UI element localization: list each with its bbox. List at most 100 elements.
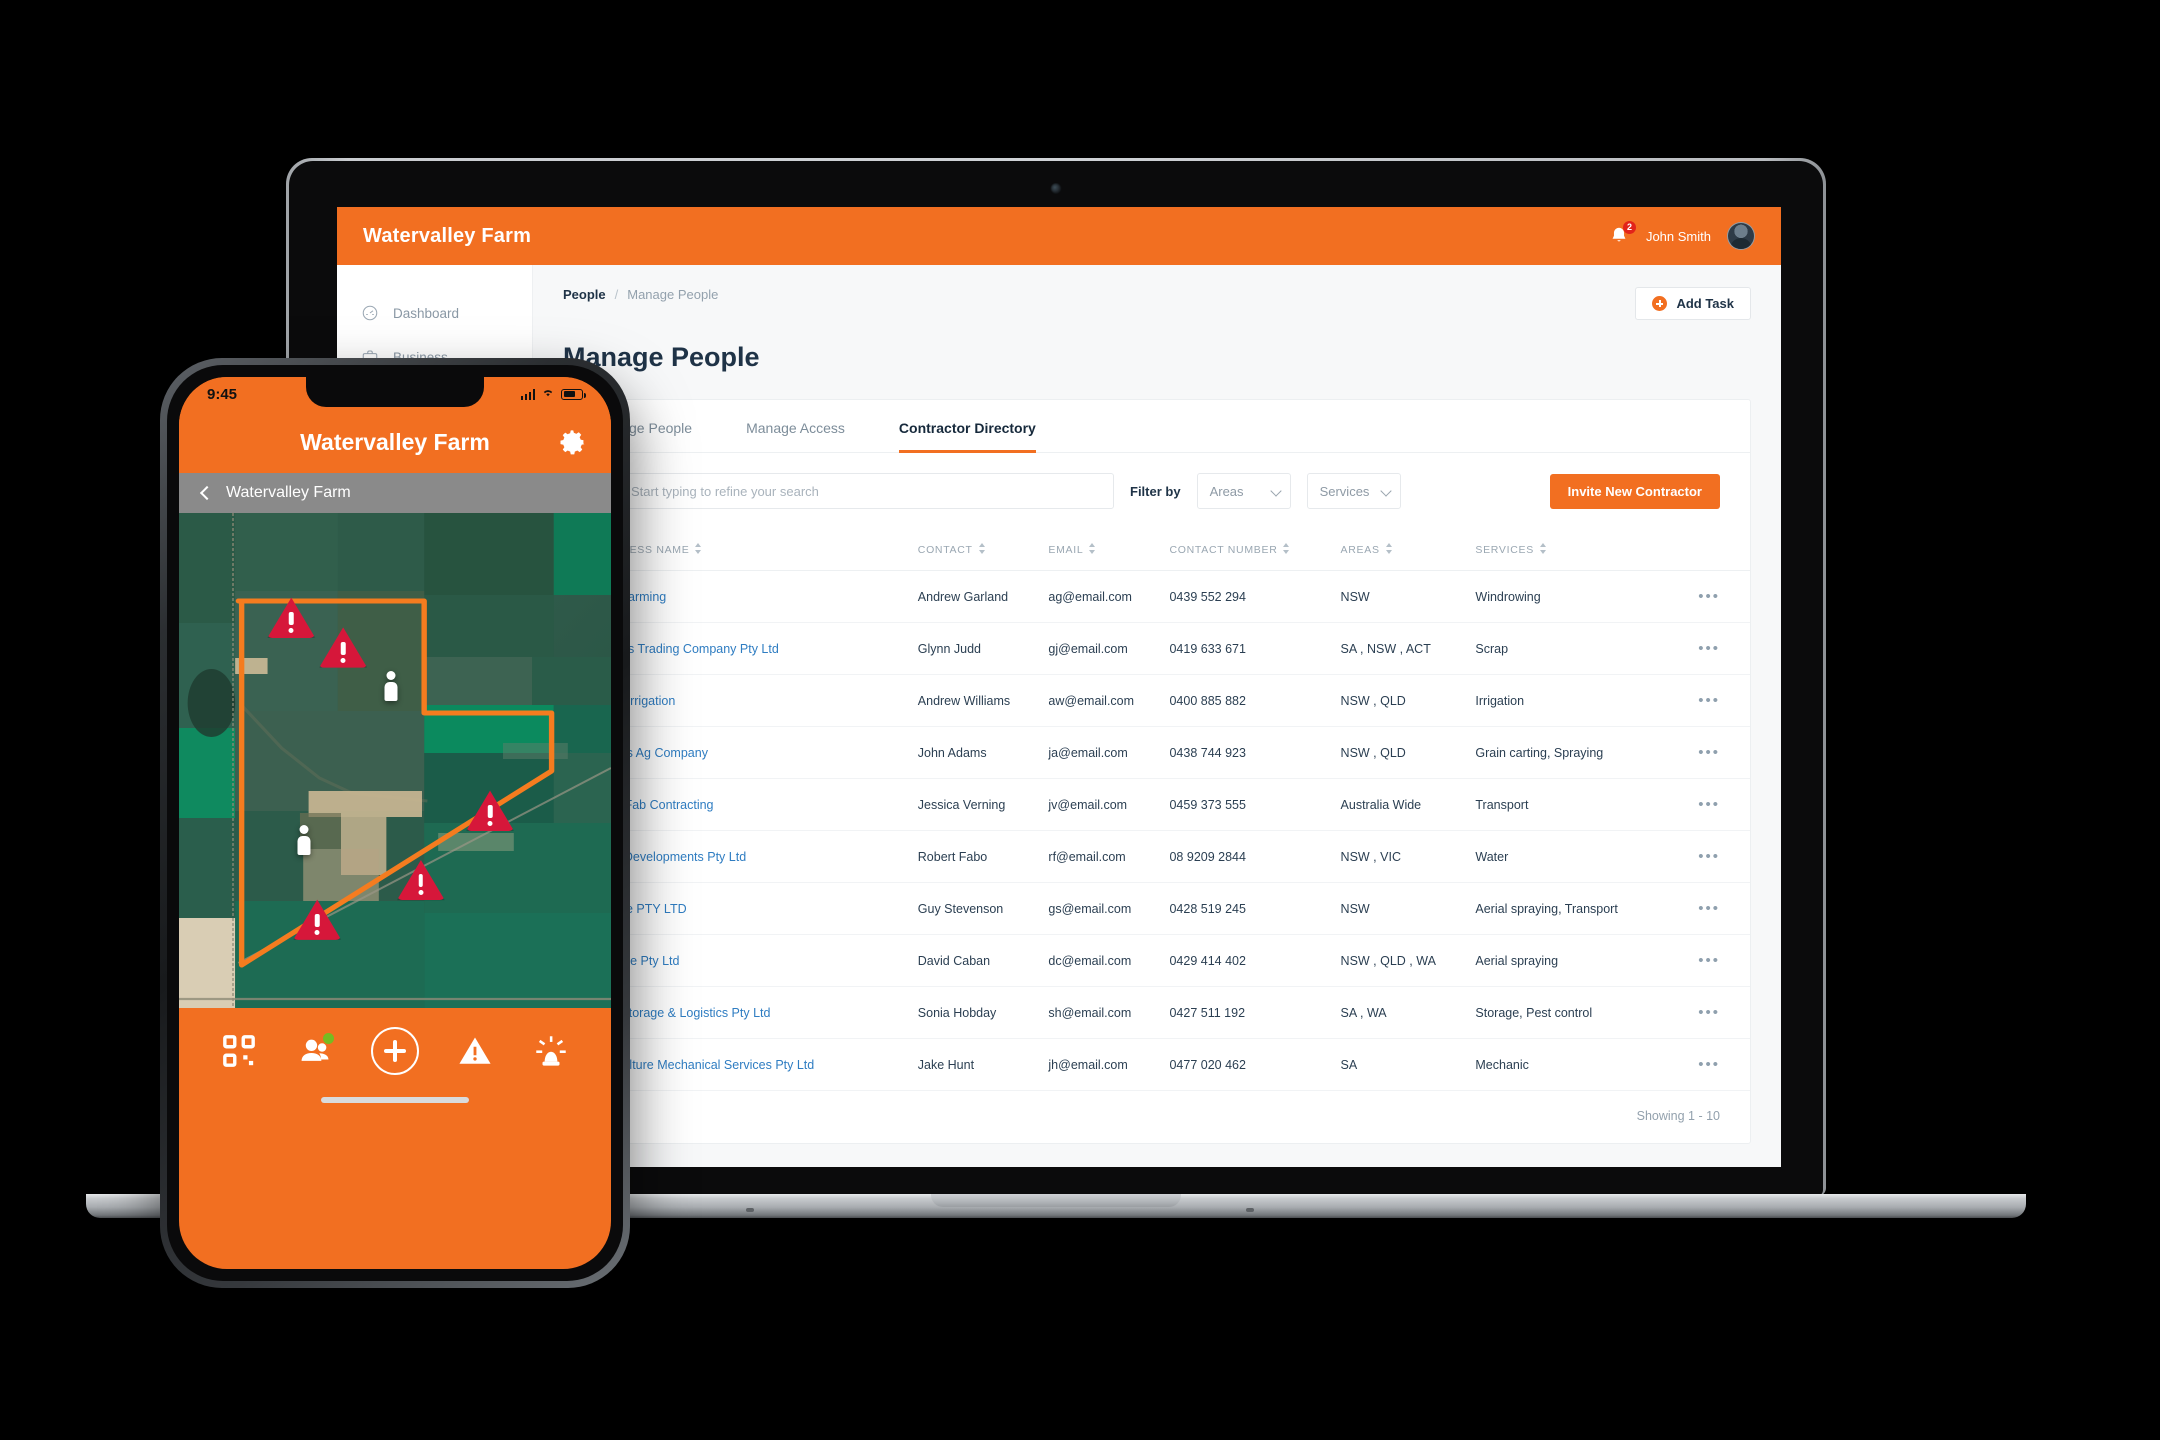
- cell-contact: Sonia Hobday: [917, 986, 1049, 1039]
- table-toolbar: Filter by Areas Services: [564, 453, 1750, 529]
- notifications-button[interactable]: 2: [1608, 221, 1636, 248]
- farm-map[interactable]: [179, 513, 611, 1008]
- row-actions-menu-icon[interactable]: •••: [1676, 674, 1750, 727]
- tab-manage-access[interactable]: Manage Access: [746, 400, 845, 452]
- add-task-button[interactable]: Add Task: [1635, 287, 1751, 320]
- breadcrumb: People / Manage People: [563, 287, 718, 302]
- col-email[interactable]: EMAIL: [1048, 529, 1170, 571]
- home-indicator[interactable]: [321, 1097, 469, 1103]
- invite-new-contractor-button[interactable]: Invite New Contractor: [1549, 473, 1720, 509]
- table-row[interactable]: Agriculture Mechanical Services Pty Ltd J…: [564, 1038, 1750, 1091]
- person-marker-icon[interactable]: [296, 825, 312, 855]
- table-head: BUSINESS NAME CONTACT EMAIL CONTACT NUMB…: [564, 529, 1750, 571]
- cell-contact-number: 0438 744 923: [1169, 726, 1341, 779]
- cell-areas: NSW , VIC: [1340, 830, 1476, 883]
- search-input[interactable]: [631, 483, 1101, 499]
- col-actions: [1676, 529, 1750, 571]
- table-row[interactable]: AgFlite PTY LTD Guy Stevenson gs@email.com…: [564, 882, 1750, 935]
- table-row[interactable]: Adams Ag Company John Adams ja@email.com 04…: [564, 726, 1750, 779]
- row-actions-menu-icon[interactable]: •••: [1676, 882, 1750, 935]
- search-box[interactable]: [594, 473, 1114, 509]
- people-online-badge: [323, 1032, 334, 1044]
- cell-contact: Andrew Williams: [917, 674, 1049, 727]
- sort-icon[interactable]: [695, 543, 702, 554]
- laptop-base-foot: [1246, 1208, 1254, 1212]
- tab-bar: Manage People Manage Access Contractor D…: [564, 400, 1750, 453]
- pagination-status: Showing 1 - 10: [1636, 1109, 1720, 1123]
- table-row[interactable]: Access Trading Company Pty Ltd Glynn Judd…: [564, 622, 1750, 675]
- col-services[interactable]: SERVICES: [1475, 529, 1677, 571]
- cell-email: rf@email.com: [1048, 830, 1170, 883]
- cell-email: ja@email.com: [1048, 726, 1170, 779]
- row-actions-menu-icon[interactable]: •••: [1676, 830, 1750, 883]
- contractor-directory-card: Manage People Manage Access Contractor D…: [563, 399, 1751, 1144]
- filter-by-label: Filter by: [1130, 483, 1181, 499]
- sort-icon[interactable]: [1089, 543, 1096, 554]
- page-title: Manage People: [563, 342, 760, 372]
- cell-contact-number: 0419 633 671: [1169, 622, 1341, 675]
- sort-icon[interactable]: [1385, 543, 1393, 554]
- row-actions-menu-icon[interactable]: •••: [1676, 622, 1750, 675]
- cell-contact-number: 0439 552 294: [1169, 570, 1341, 623]
- cell-areas: Australia Wide: [1340, 778, 1476, 831]
- col-contact-number[interactable]: CONTACT NUMBER: [1169, 529, 1341, 571]
- areas-filter-value: Areas: [1209, 483, 1244, 499]
- cell-services: Mechanic: [1475, 1038, 1677, 1091]
- col-contact[interactable]: CONTACT: [917, 529, 1049, 571]
- table-row[interactable]: 5Gs Farming Andrew Garland ag@email.com 043…: [564, 570, 1750, 623]
- sort-icon[interactable]: [1283, 543, 1290, 554]
- table-row[interactable]: AGE Developments Pty Ltd Robert Fabo rf@em…: [564, 830, 1750, 883]
- cell-email: ag@email.com: [1048, 570, 1170, 623]
- phone-frame-inner: 9:45 Watervalley Farm Watervalley Farm: [167, 365, 623, 1281]
- cell-email: dc@email.com: [1048, 934, 1170, 987]
- table-row[interactable]: Agri-Storage & Logistics Pty Ltd Sonia Ho…: [564, 986, 1750, 1039]
- chevron-down-icon: [1269, 485, 1282, 497]
- sort-icon[interactable]: [1539, 543, 1547, 554]
- row-actions-menu-icon[interactable]: •••: [1676, 1038, 1750, 1091]
- col-label: EMAIL: [1048, 544, 1084, 556]
- sort-icon[interactable]: [978, 543, 986, 554]
- nav-qr-code-button[interactable]: [219, 1031, 259, 1071]
- row-actions-menu-icon[interactable]: •••: [1676, 726, 1750, 779]
- cell-contact: Glynn Judd: [917, 622, 1049, 675]
- battery-icon: [561, 388, 586, 400]
- cell-email: gs@email.com: [1048, 882, 1170, 935]
- laptop-base-notch: [931, 1194, 1181, 1207]
- person-marker-icon[interactable]: [383, 671, 399, 701]
- cell-services: Scrap: [1475, 622, 1677, 675]
- table-body: 5Gs Farming Andrew Garland ag@email.com 043…: [564, 570, 1750, 1091]
- table-row[interactable]: Ag & Fab Contracting Jessica Verning jv@em…: [564, 778, 1750, 831]
- table-row[interactable]: ACW Irrigation Andrew Williams aw@email.co…: [564, 674, 1750, 727]
- nav-siren-button[interactable]: [531, 1031, 571, 1071]
- phone-frame: 9:45 Watervalley Farm Watervalley Farm: [160, 358, 630, 1288]
- gear-icon[interactable]: [557, 427, 587, 457]
- nav-people-button[interactable]: [295, 1031, 335, 1071]
- sidebar-item-dashboard[interactable]: Dashboard: [337, 291, 532, 335]
- breadcrumb-separator: /: [614, 287, 619, 302]
- row-actions-menu-icon[interactable]: •••: [1676, 778, 1750, 831]
- breadcrumb-root[interactable]: People: [563, 287, 606, 302]
- breadcrumb-current: Manage People: [627, 287, 719, 302]
- row-actions-menu-icon[interactable]: •••: [1676, 986, 1750, 1039]
- back-chevron-icon[interactable]: [199, 485, 215, 501]
- user-name[interactable]: John Smith: [1646, 229, 1711, 244]
- status-time: 9:45: [207, 385, 238, 403]
- cell-contact: Jessica Verning: [917, 778, 1049, 831]
- phone-sub-bar[interactable]: Watervalley Farm: [179, 473, 611, 513]
- cell-contact-number: 0477 020 462: [1169, 1038, 1341, 1091]
- tab-contractor-directory[interactable]: Contractor Directory: [898, 400, 1036, 453]
- siren-alarm-icon: [536, 1035, 566, 1066]
- nav-add-button[interactable]: [371, 1026, 419, 1075]
- screenshot-stage: Watervalley Farm 2 John Smith Dashboard …: [0, 0, 2160, 1440]
- avatar[interactable]: [1727, 222, 1755, 250]
- row-actions-menu-icon[interactable]: •••: [1676, 934, 1750, 987]
- webcam-icon: [1050, 183, 1062, 194]
- row-actions-menu-icon[interactable]: •••: [1676, 570, 1750, 623]
- col-areas[interactable]: AREAS: [1340, 529, 1476, 571]
- table-row[interactable]: Agforce Pty Ltd David Caban dc@email.com 04…: [564, 934, 1750, 987]
- services-filter-select[interactable]: Services: [1306, 473, 1401, 509]
- nav-hazard-button[interactable]: [455, 1031, 495, 1071]
- cell-email: sh@email.com: [1048, 986, 1170, 1039]
- main-content: People / Manage People Add Task Manage P…: [533, 265, 1781, 1167]
- areas-filter-select[interactable]: Areas: [1196, 473, 1291, 509]
